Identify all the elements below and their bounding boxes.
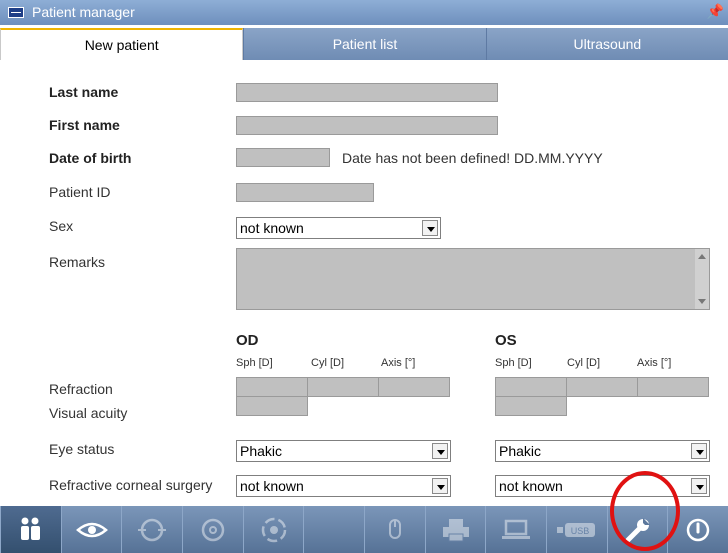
laptop-button[interactable] bbox=[485, 506, 546, 553]
first-name-field[interactable] bbox=[236, 116, 498, 135]
settings-button[interactable] bbox=[606, 506, 668, 553]
patient-id-field[interactable] bbox=[236, 183, 374, 202]
od-cyl-label: Cyl [D] bbox=[311, 357, 344, 369]
patient-button[interactable] bbox=[0, 506, 61, 553]
os-eye-status-select[interactable]: Phakic bbox=[495, 440, 710, 462]
eye-icon bbox=[75, 522, 108, 537]
empty-toolbar-slot bbox=[303, 506, 364, 553]
power-button[interactable] bbox=[667, 506, 728, 553]
usb-button[interactable]: USB bbox=[546, 506, 607, 553]
od-cyl-field[interactable] bbox=[307, 377, 379, 397]
last-name-field[interactable] bbox=[236, 83, 498, 102]
os-eye-status-value: Phakic bbox=[499, 443, 542, 459]
chevron-down-icon[interactable] bbox=[691, 443, 707, 459]
eye-scan-left-icon bbox=[138, 518, 167, 541]
print-button[interactable] bbox=[424, 506, 486, 553]
zeiss-logo-icon bbox=[8, 7, 24, 18]
refractive-surgery-label: Refractive corneal surgery bbox=[49, 477, 213, 493]
od-sph-field[interactable] bbox=[236, 377, 308, 397]
chevron-down-icon[interactable] bbox=[691, 478, 707, 494]
tab-ultrasound[interactable]: Ultrasound bbox=[485, 28, 728, 60]
patient-id-label: Patient ID bbox=[49, 184, 111, 200]
od-axis-field[interactable] bbox=[378, 377, 450, 397]
os-header: OS bbox=[495, 332, 517, 349]
remarks-field[interactable] bbox=[236, 248, 710, 310]
scroll-up-icon[interactable] bbox=[698, 254, 706, 259]
dob-label: Date of birth bbox=[49, 150, 132, 166]
eye-scan-right-icon bbox=[201, 518, 225, 541]
os-axis-field[interactable] bbox=[637, 377, 709, 397]
os-cyl-field[interactable] bbox=[566, 377, 638, 397]
title-bar: Patient manager 📌 bbox=[0, 0, 728, 25]
refraction-label: Refraction bbox=[49, 381, 113, 397]
sex-select-value: not known bbox=[240, 220, 304, 236]
tab-new-patient[interactable]: New patient bbox=[0, 28, 244, 60]
patient-icon bbox=[20, 517, 40, 540]
mouse-button[interactable] bbox=[364, 506, 425, 553]
os-visual-acuity-field[interactable] bbox=[495, 396, 567, 416]
window-title: Patient manager bbox=[32, 4, 135, 20]
tab-patient-list[interactable]: Patient list bbox=[243, 28, 486, 60]
od-axis-label: Axis [°] bbox=[381, 357, 416, 369]
eye-button[interactable] bbox=[60, 506, 122, 553]
dob-field[interactable] bbox=[236, 148, 330, 167]
mouse-icon bbox=[388, 518, 401, 539]
wrench-icon bbox=[625, 517, 650, 542]
eye-status-label: Eye status bbox=[49, 441, 115, 457]
remarks-label: Remarks bbox=[49, 254, 106, 270]
usb-icon: USB bbox=[556, 522, 595, 537]
os-refractive-surgery-select[interactable]: not known bbox=[495, 475, 710, 497]
sex-label: Sex bbox=[49, 218, 74, 234]
od-sph-label: Sph [D] bbox=[236, 357, 273, 369]
dob-message: Date has not been defined! DD.MM.YYYY bbox=[342, 150, 603, 166]
target-scan-icon bbox=[261, 517, 286, 542]
bottom-toolbar: USB bbox=[0, 506, 728, 553]
scroll-down-icon[interactable] bbox=[698, 299, 706, 304]
os-axis-label: Axis [°] bbox=[637, 357, 672, 369]
od-header: OD bbox=[236, 332, 259, 349]
sex-select[interactable]: not known bbox=[236, 217, 441, 239]
chevron-down-icon[interactable] bbox=[432, 443, 448, 459]
eye-scan-left-button[interactable] bbox=[121, 506, 182, 553]
printer-icon bbox=[442, 518, 469, 541]
chevron-down-icon[interactable] bbox=[432, 478, 448, 494]
target-scan-button[interactable] bbox=[242, 506, 304, 553]
laptop-icon bbox=[502, 519, 531, 539]
eye-scan-right-button[interactable] bbox=[182, 506, 243, 553]
usb-label: USB bbox=[571, 526, 590, 536]
od-eye-status-select[interactable]: Phakic bbox=[236, 440, 451, 462]
os-cyl-label: Cyl [D] bbox=[567, 357, 600, 369]
visual-acuity-label: Visual acuity bbox=[49, 405, 128, 421]
od-visual-acuity-field[interactable] bbox=[236, 396, 308, 416]
os-sph-label: Sph [D] bbox=[495, 357, 532, 369]
remarks-scrollbar[interactable] bbox=[695, 249, 709, 309]
tab-bar: New patient Patient list Ultrasound bbox=[0, 28, 728, 60]
os-refractive-surgery-value: not known bbox=[499, 478, 563, 494]
chevron-down-icon[interactable] bbox=[422, 220, 438, 236]
last-name-label: Last name bbox=[49, 84, 119, 100]
first-name-label: First name bbox=[49, 117, 120, 133]
pin-icon[interactable]: 📌 bbox=[707, 3, 724, 20]
power-icon bbox=[686, 518, 710, 541]
od-refractive-surgery-value: not known bbox=[240, 478, 304, 494]
os-sph-field[interactable] bbox=[495, 377, 567, 397]
od-eye-status-value: Phakic bbox=[240, 443, 283, 459]
od-refractive-surgery-select[interactable]: not known bbox=[236, 475, 451, 497]
